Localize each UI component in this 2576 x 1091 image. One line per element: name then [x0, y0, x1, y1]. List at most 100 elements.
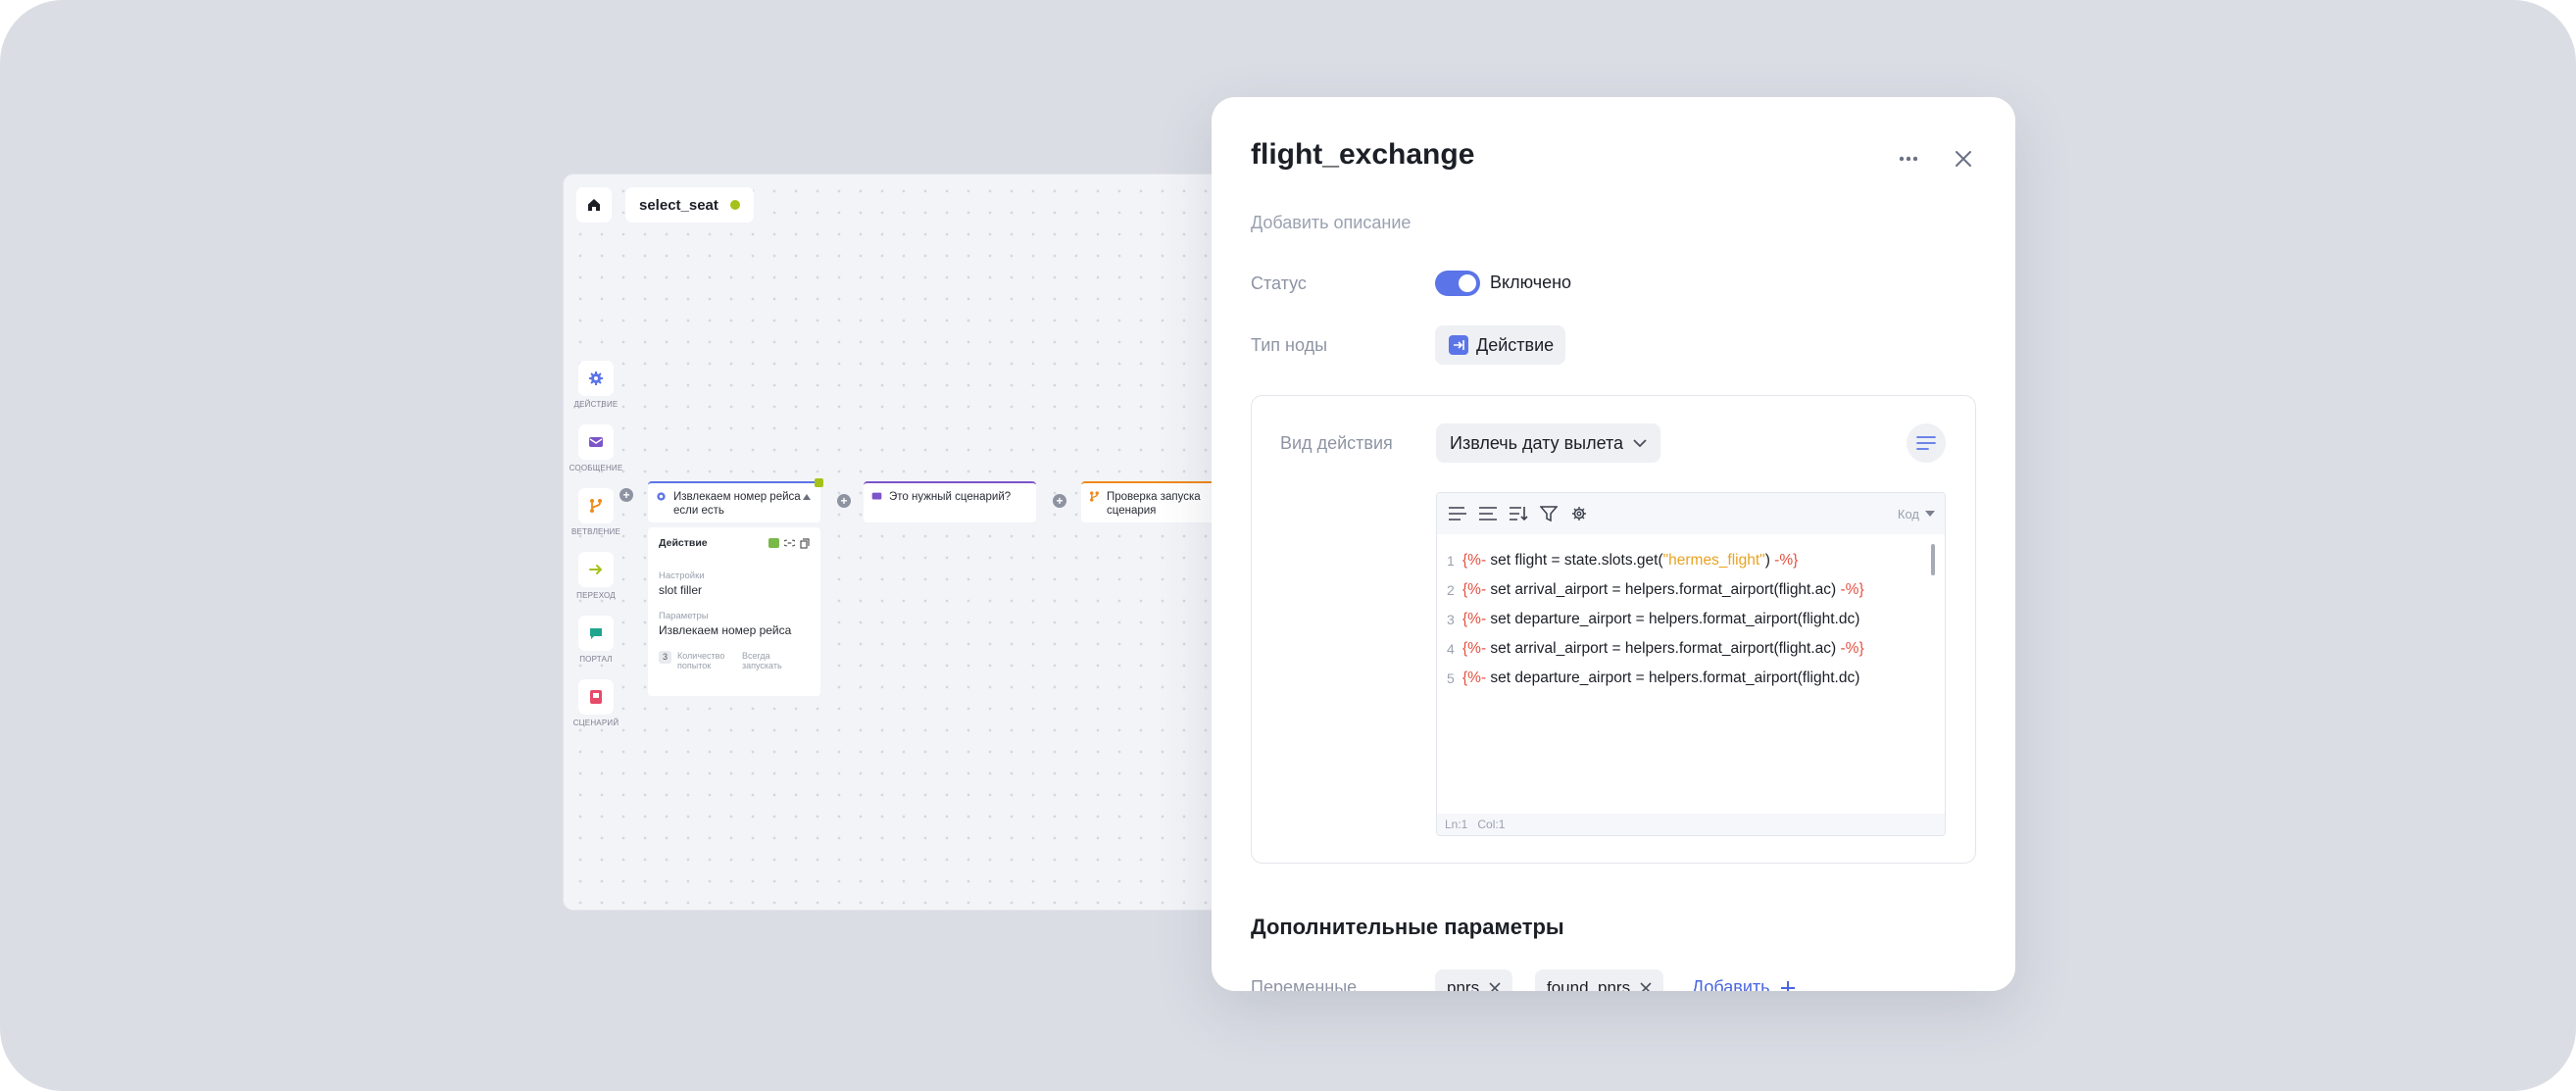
palette-item-action[interactable]: ДЕЙСТВИЕ — [571, 361, 620, 424]
add-node-button[interactable]: + — [1053, 494, 1066, 508]
node-title: Это нужный сценарий? — [889, 491, 1012, 503]
dialog-title: flight_exchange — [1251, 138, 1475, 171]
attempts-label: Количество попыток — [677, 651, 725, 670]
node-detail-card[interactable]: Действие Настройки slot filler Параметры… — [648, 527, 820, 696]
params-label: Параметры — [659, 611, 709, 621]
code-line: 5 {%- set departure_airport = helpers.for… — [1447, 669, 1860, 686]
align-icon — [1479, 507, 1497, 521]
envelope-icon — [871, 492, 882, 500]
status-dot — [729, 200, 740, 210]
more-button[interactable] — [1896, 146, 1921, 172]
node-title: Проверка запуска сценария — [1107, 491, 1201, 517]
close-icon — [1956, 151, 1971, 167]
palette-item-message[interactable]: СООБЩЕНИЕ — [569, 424, 623, 488]
settings-label: Настройки — [659, 570, 705, 581]
action-type-icon — [1449, 335, 1468, 355]
scenario-icon — [590, 690, 602, 704]
variable-chip[interactable]: found_pnrs — [1535, 969, 1664, 991]
add-node-button[interactable]: + — [619, 488, 633, 502]
action-node[interactable]: Извлекаем номер рейса если есть — [648, 478, 823, 522]
branch-icon — [590, 499, 602, 513]
editor-status-bar: Ln:1 Col:1 — [1437, 814, 1945, 835]
settings-value: slot filler — [659, 583, 703, 597]
add-node-button[interactable]: + — [837, 494, 851, 508]
status-label: Статус — [1251, 273, 1307, 293]
node-settings-dialog: flight_exchange Добавить описание Статус… — [1212, 97, 2015, 991]
message-node[interactable]: Это нужный сценарий? — [864, 481, 1036, 522]
caret-down-icon — [1925, 511, 1935, 517]
list-menu-button[interactable] — [1907, 423, 1946, 463]
action-type-label: Вид действия — [1280, 433, 1393, 453]
sort-icon — [1510, 507, 1528, 521]
background-frame: select_seat ДЕЙСТВИЕ СООБЩЕНИЕ ВЕТВЛЕНИЕ… — [0, 0, 2576, 1091]
breadcrumb[interactable]: select_seat — [625, 187, 754, 223]
filter-button[interactable] — [1538, 503, 1560, 524]
palette-label: ВЕТВЛЕНИЕ — [570, 527, 621, 536]
editor-toolbar: Код — [1437, 493, 1945, 534]
add-variable-label: Добавить — [1692, 977, 1770, 991]
add-variable-button[interactable]: Добавить — [1692, 977, 1796, 991]
link-icon[interactable] — [784, 538, 795, 548]
arrow-right-icon — [589, 565, 602, 574]
palette-label: СООБЩЕНИЕ — [569, 464, 623, 472]
scenario-name: select_seat — [639, 196, 718, 214]
palette-item-portal[interactable]: ПОРТАЛ — [571, 616, 620, 679]
gear-icon — [657, 492, 666, 501]
description-input[interactable]: Добавить описание — [1251, 213, 1411, 233]
code-line: 3 {%- set departure_airport = helpers.for… — [1447, 611, 1860, 627]
flow-canvas[interactable]: select_seat ДЕЙСТВИЕ СООБЩЕНИЕ ВЕТВЛЕНИЕ… — [564, 174, 1269, 910]
detail-title: Действие — [659, 537, 708, 549]
palette-label: ДЕЙСТВИЕ — [573, 400, 619, 409]
align-left-button[interactable] — [1447, 503, 1468, 524]
palette-item-scenario[interactable]: СЦЕНАРИЙ — [571, 679, 620, 743]
status-toggle[interactable] — [1435, 271, 1480, 296]
cursor-col: Col:1 — [1477, 818, 1506, 831]
variable-name: pnrs — [1447, 978, 1480, 991]
plus-icon — [1780, 980, 1795, 991]
align-right-button[interactable] — [1477, 503, 1499, 524]
extra-params-title: Дополнительные параметры — [1251, 915, 1564, 939]
palette-item-transition[interactable]: ПЕРЕХОД — [571, 552, 620, 616]
always-run-label: Всегда запускать — [742, 651, 782, 670]
sort-button[interactable] — [1508, 503, 1529, 524]
chat-icon — [590, 628, 602, 639]
variables-label: Переменные — [1251, 977, 1358, 991]
code-area[interactable]: 1 {%- set flight = state.slots.get("herme… — [1437, 534, 1945, 693]
home-icon — [588, 199, 600, 211]
lines-icon — [1916, 436, 1936, 450]
align-left-icon — [1449, 507, 1466, 521]
action-section: Вид действия Извлечь дату вылета Код 1 {… — [1251, 395, 1976, 864]
filter-icon — [1540, 506, 1558, 522]
branch-icon — [1090, 491, 1099, 502]
variable-name: found_pnrs — [1547, 978, 1631, 991]
attempts-count: 3 — [659, 651, 671, 664]
code-line: 1 {%- set flight = state.slots.get("herme… — [1447, 552, 1799, 569]
palette-label: ПЕРЕХОД — [576, 591, 616, 600]
editor-settings-button[interactable] — [1568, 503, 1590, 524]
status-value: Включено — [1490, 273, 1572, 292]
palette-item-branch[interactable]: ВЕТВЛЕНИЕ — [571, 488, 620, 552]
chevron-down-icon — [1633, 439, 1647, 447]
puzzle-icon[interactable] — [768, 538, 779, 548]
code-editor[interactable]: Код 1 {%- set flight = state.slots.get("h… — [1436, 492, 1946, 836]
cursor-line: Ln:1 — [1445, 818, 1468, 831]
action-type-value: Извлечь дату вылета — [1450, 432, 1624, 453]
code-line: 4 {%- set arrival_airport = helpers.forma… — [1447, 640, 1864, 657]
remove-icon[interactable] — [1640, 982, 1652, 991]
node-title: Извлекаем номер рейса если есть — [673, 491, 801, 517]
remove-icon[interactable] — [1489, 982, 1501, 991]
connector-icon[interactable] — [815, 478, 823, 487]
chevron-up-icon[interactable] — [803, 494, 811, 500]
editor-mode-value: Код — [1897, 506, 1919, 521]
editor-scrollbar[interactable] — [1931, 544, 1935, 575]
gear-icon — [589, 372, 603, 385]
copy-icon[interactable] — [800, 537, 810, 549]
node-type-label: Тип ноды — [1251, 335, 1328, 355]
editor-mode-select[interactable]: Код — [1898, 507, 1935, 521]
palette-label: СЦЕНАРИЙ — [572, 719, 619, 727]
palette-label: ПОРТАЛ — [579, 655, 613, 664]
action-type-select[interactable]: Извлечь дату вылета — [1436, 423, 1661, 463]
variable-chip[interactable]: pnrs — [1435, 969, 1513, 991]
close-button[interactable] — [1951, 146, 1976, 172]
home-button[interactable] — [576, 187, 612, 223]
